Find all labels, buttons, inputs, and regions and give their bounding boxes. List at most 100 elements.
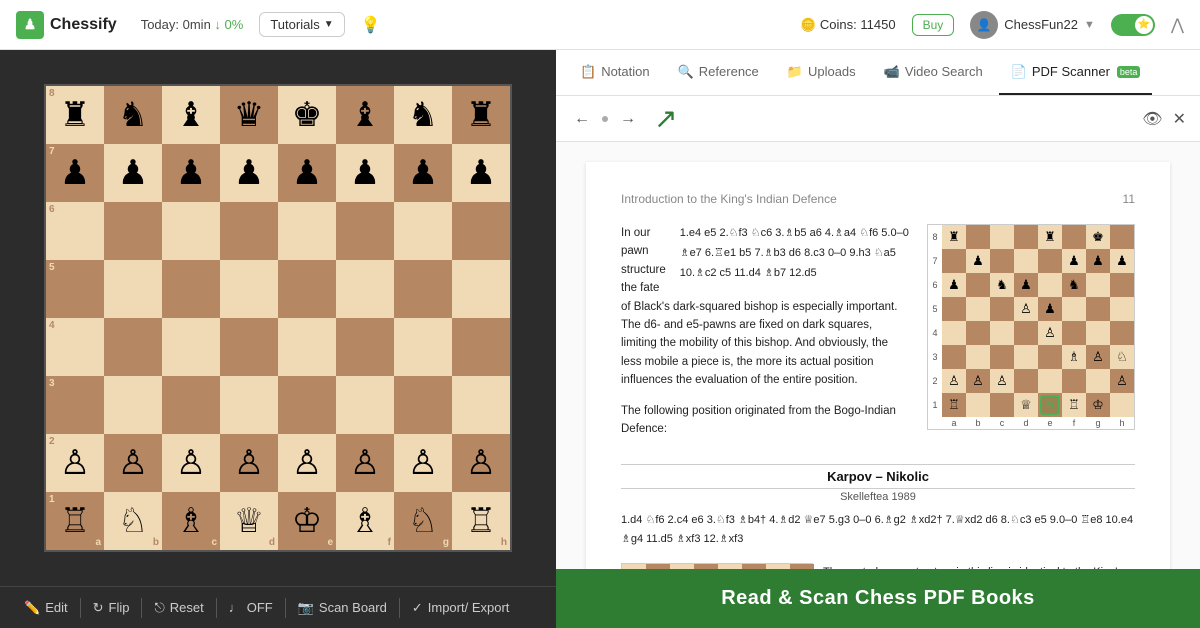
tip-icon[interactable]: 💡 — [361, 15, 381, 35]
square-h2[interactable]: ♙ — [452, 434, 510, 492]
square-b6[interactable] — [104, 202, 162, 260]
square-g7[interactable]: ♟ — [394, 144, 452, 202]
tab-reference[interactable]: 🔍 Reference — [666, 50, 771, 95]
square-h4[interactable] — [452, 318, 510, 376]
square-a3[interactable]: 3 — [46, 376, 104, 434]
square-h1[interactable]: h♖ — [452, 492, 510, 550]
pdf-page-number: 11 — [1123, 192, 1135, 206]
square-d6[interactable] — [220, 202, 278, 260]
square-h7[interactable]: ♟ — [452, 144, 510, 202]
mini-sq — [1062, 225, 1086, 249]
square-a4[interactable]: 4 — [46, 318, 104, 376]
square-d7[interactable]: ♟ — [220, 144, 278, 202]
square-g8[interactable]: ♞ — [394, 86, 452, 144]
square-g1[interactable]: g♘ — [394, 492, 452, 550]
tab-uploads[interactable]: 📁 Uploads — [775, 50, 868, 95]
square-b1[interactable]: b♘ — [104, 492, 162, 550]
square-f7[interactable]: ♟ — [336, 144, 394, 202]
square-g3[interactable] — [394, 376, 452, 434]
square-c2[interactable]: ♙ — [162, 434, 220, 492]
square-g4[interactable] — [394, 318, 452, 376]
square-e7[interactable]: ♟ — [278, 144, 336, 202]
square-e8[interactable]: ♚ — [278, 86, 336, 144]
square-b2[interactable]: ♙ — [104, 434, 162, 492]
nav-forward[interactable]: → — [616, 108, 640, 130]
pdf-view-button[interactable]: 👁 — [1142, 109, 1162, 129]
scan-cta-button[interactable]: Read & Scan Chess PDF Books — [556, 569, 1200, 628]
theme-toggle[interactable]: ⭐ — [1111, 14, 1155, 36]
square-h3[interactable] — [452, 376, 510, 434]
square-e4[interactable] — [278, 318, 336, 376]
square-e5[interactable] — [278, 260, 336, 318]
square-e6[interactable] — [278, 202, 336, 260]
square-f1[interactable]: f♗ — [336, 492, 394, 550]
square-e1[interactable]: e♔ — [278, 492, 336, 550]
buy-button[interactable]: Buy — [912, 14, 955, 36]
piece: ♙ — [234, 446, 264, 480]
square-a2[interactable]: 2♙ — [46, 434, 104, 492]
square-a6[interactable]: 6 — [46, 202, 104, 260]
square-b5[interactable] — [104, 260, 162, 318]
mini-sq: ♙ — [1086, 345, 1110, 369]
square-e3[interactable] — [278, 376, 336, 434]
square-h8[interactable]: ♜ — [452, 86, 510, 144]
square-f8[interactable]: ♝ — [336, 86, 394, 144]
square-c8[interactable]: ♝ — [162, 86, 220, 144]
flip-button[interactable]: ↻ Flip — [81, 587, 142, 628]
square-h6[interactable] — [452, 202, 510, 260]
square-d5[interactable] — [220, 260, 278, 318]
pdf-close-button[interactable]: ✕ — [1173, 109, 1186, 129]
square-g5[interactable] — [394, 260, 452, 318]
scan-board-button[interactable]: 📷 Scan Board — [286, 587, 399, 628]
mini-sq: ♜ — [1038, 225, 1062, 249]
import-export-button[interactable]: ✓ Import/ Export — [400, 587, 522, 628]
video-icon: 📹 — [884, 64, 900, 80]
reset-button[interactable]: ⎋ Reset — [142, 587, 215, 628]
square-d8[interactable]: ♛ — [220, 86, 278, 144]
sound-button[interactable]: ♩ OFF — [217, 587, 285, 628]
coins-display: 🪙 Coins: 11450 — [800, 17, 895, 33]
square-c7[interactable]: ♟ — [162, 144, 220, 202]
square-c5[interactable] — [162, 260, 220, 318]
mini-sq — [966, 393, 990, 417]
mini-sq — [1038, 273, 1062, 297]
square-c3[interactable] — [162, 376, 220, 434]
mini-sq — [1110, 297, 1134, 321]
square-a1[interactable]: 1a♖ — [46, 492, 104, 550]
user-menu[interactable]: 👤 ChessFun22 ▼ — [970, 11, 1095, 39]
square-c1[interactable]: c♗ — [162, 492, 220, 550]
nav-back[interactable]: ← — [570, 108, 594, 130]
square-b3[interactable] — [104, 376, 162, 434]
square-a7[interactable]: 7♟ — [46, 144, 104, 202]
square-b7[interactable]: ♟ — [104, 144, 162, 202]
pdf-content[interactable]: Introduction to the King's Indian Defenc… — [556, 142, 1200, 628]
tab-video[interactable]: 📹 Video Search — [872, 50, 995, 95]
tutorials-button[interactable]: Tutorials ▼ — [259, 12, 344, 37]
tab-notation[interactable]: 📋 Notation — [568, 50, 662, 95]
logo[interactable]: ♟ Chessify — [16, 11, 117, 39]
square-d2[interactable]: ♙ — [220, 434, 278, 492]
square-f4[interactable] — [336, 318, 394, 376]
square-f3[interactable] — [336, 376, 394, 434]
chessboard[interactable]: 8♜♞♝♛♚♝♞♜7♟♟♟♟♟♟♟♟65432♙♙♙♙♙♙♙♙1a♖b♘c♗d♕… — [44, 84, 512, 552]
square-c4[interactable] — [162, 318, 220, 376]
square-h5[interactable] — [452, 260, 510, 318]
square-g2[interactable]: ♙ — [394, 434, 452, 492]
square-b8[interactable]: ♞ — [104, 86, 162, 144]
square-d4[interactable] — [220, 318, 278, 376]
square-f5[interactable] — [336, 260, 394, 318]
mini-sq — [942, 297, 966, 321]
square-f2[interactable]: ♙ — [336, 434, 394, 492]
square-a8[interactable]: 8♜ — [46, 86, 104, 144]
collapse-button[interactable]: ⋀ — [1171, 15, 1184, 35]
square-d1[interactable]: d♕ — [220, 492, 278, 550]
square-e2[interactable]: ♙ — [278, 434, 336, 492]
square-f6[interactable] — [336, 202, 394, 260]
square-b4[interactable] — [104, 318, 162, 376]
square-g6[interactable] — [394, 202, 452, 260]
square-c6[interactable] — [162, 202, 220, 260]
tab-pdf[interactable]: 📄 PDF Scanner beta — [999, 50, 1153, 95]
square-d3[interactable] — [220, 376, 278, 434]
square-a5[interactable]: 5 — [46, 260, 104, 318]
edit-button[interactable]: ✏️ Edit — [12, 587, 80, 628]
